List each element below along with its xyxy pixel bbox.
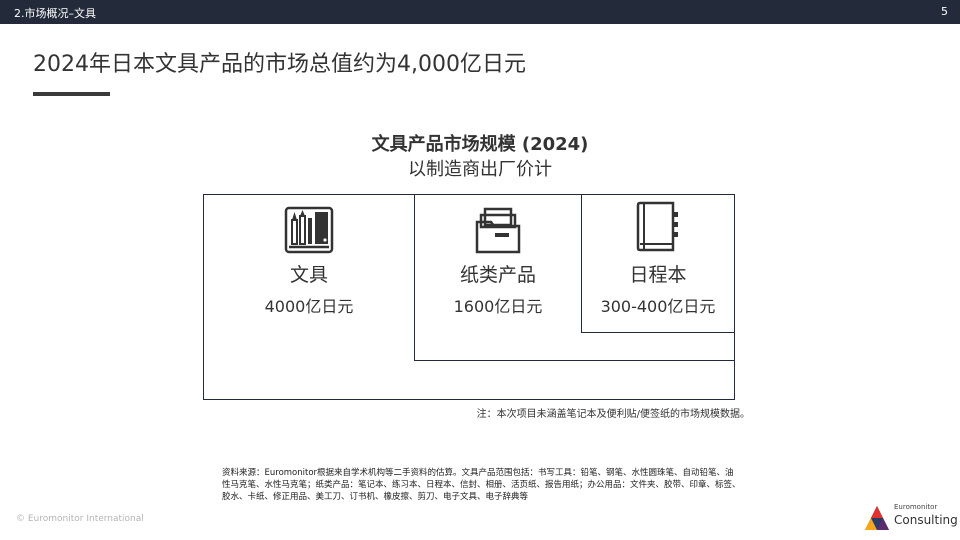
chart-subtitle: 以制造商出厂价计 xyxy=(408,159,552,180)
title-underline xyxy=(33,92,110,96)
source-text: 资料来源：Euromonitor根据来自学术机构等二手资料的估算。文具产品范围包… xyxy=(222,468,741,502)
notebook-icon xyxy=(636,201,678,252)
copyright: © Euromonitor International xyxy=(16,514,144,524)
chart-title: 文具产品市场规模 (2024) xyxy=(371,134,589,155)
page-number: 5 xyxy=(941,5,948,18)
euromonitor-logo: Euromonitor Consulting xyxy=(864,503,958,533)
segment-label: 日程本 xyxy=(629,264,687,286)
segment-value: 300-400亿日元 xyxy=(600,297,716,316)
segment-diary: 日程本 300-400亿日元 xyxy=(582,200,734,317)
segment-stationery: 文具 4000亿日元 xyxy=(204,206,414,317)
segment-value: 4000亿日元 xyxy=(264,297,354,316)
stationery-tools-icon xyxy=(284,206,334,254)
slide-title: 2024年日本文具产品的市场总值约为4,000亿日元 xyxy=(33,52,526,77)
segment-label: 文具 xyxy=(289,264,328,286)
segment-value: 1600亿日元 xyxy=(453,297,543,316)
header-bar: 2.市场概况–文具 5 xyxy=(0,0,960,24)
logo-text-big: Consulting xyxy=(894,513,958,527)
footnote: 注：本次项目未涵盖笔记本及便利贴/便签纸的市场规模数据。 xyxy=(476,409,750,420)
logo-triangle-icon xyxy=(865,506,889,530)
segment-paper-products: 纸类产品 1600亿日元 xyxy=(415,206,581,317)
section-label: 2.市场概况–文具 xyxy=(14,7,96,20)
logo-text-small: Euromonitor xyxy=(894,503,938,511)
segment-label: 纸类产品 xyxy=(459,264,536,286)
file-folder-icon xyxy=(475,207,521,254)
